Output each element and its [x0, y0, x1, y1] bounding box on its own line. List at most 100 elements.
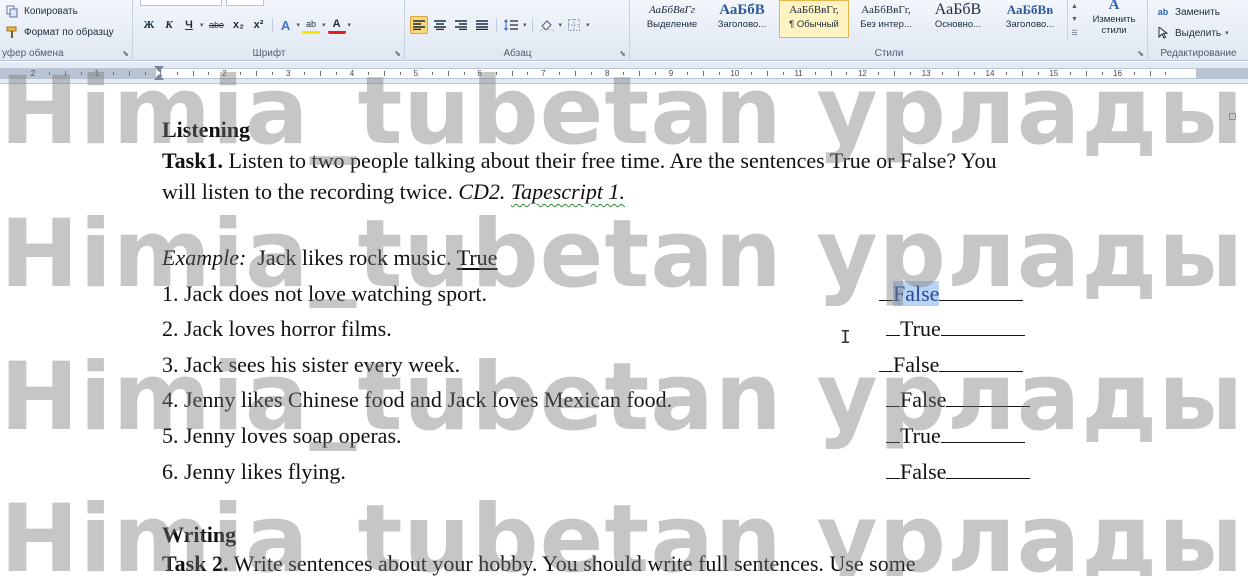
text-effects-dropdown-icon[interactable]: ▾ — [297, 21, 301, 29]
section-heading-listening: Listening — [162, 117, 251, 142]
ruler-tick — [256, 71, 258, 76]
ruler-tick — [655, 72, 657, 75]
ruler-tick — [447, 71, 449, 76]
replace-button[interactable]: ab Заменить — [1155, 4, 1220, 20]
styles-gallery-scroll[interactable]: ▲ ▼ ☰ — [1067, 0, 1081, 40]
font-color-button[interactable]: A — [327, 16, 346, 34]
answer-blank[interactable]: False — [886, 386, 1031, 414]
dialog-launcher-icon[interactable]: ⬊ — [122, 49, 129, 58]
ruler-number: 1 — [94, 69, 100, 78]
replace-icon: ab — [1157, 7, 1169, 17]
ruler-number: 7 — [541, 69, 546, 78]
answer-blank[interactable]: False — [879, 351, 1024, 379]
format-painter-button[interactable]: Формат по образцу — [4, 24, 114, 40]
align-center-button[interactable] — [431, 16, 449, 34]
font-color-dropdown-icon[interactable]: ▾ — [348, 21, 352, 29]
ruler-tick — [367, 72, 369, 75]
ruler-tick — [958, 71, 960, 76]
text-effects-button[interactable]: A — [277, 16, 295, 34]
ruler-tick — [511, 71, 513, 76]
task1-line2: will listen to the recording twice. CD2.… — [162, 178, 625, 206]
task2-line1: Task 2. Write sentences about your hobby… — [162, 550, 916, 576]
hanging-indent-marker[interactable] — [154, 74, 164, 80]
font-group: Ж К Ч ▾ abe x₂ x² A ▾ ab ▾ A ▾ Шрифт ⬊ — [134, 0, 405, 61]
change-styles-label: Изменить стили — [1092, 14, 1136, 36]
answer-blank[interactable]: False — [879, 280, 1024, 308]
paintbrush-icon — [4, 24, 20, 40]
horizontal-ruler[interactable]: 2 1 1 2 3 4 5 6 7 8 9 10 11 12 13 14 15 16 — [0, 62, 1248, 84]
text-cursor-icon: I — [840, 327, 851, 348]
style-normal-tile[interactable]: АаБбВвГг, ¶ Обычный — [779, 0, 849, 38]
borders-dropdown-icon[interactable]: ▾ — [586, 21, 590, 29]
underline-button[interactable]: Ч — [180, 16, 198, 34]
line-spacing-dropdown-icon[interactable]: ▾ — [523, 21, 527, 29]
align-right-button[interactable] — [452, 16, 470, 34]
style-body-tile[interactable]: АаБбВ Основно... — [923, 0, 993, 38]
selected-answer[interactable]: False — [893, 281, 940, 306]
task2-text: Write sentences about your hobby. You sh… — [228, 551, 916, 576]
scroll-down-icon[interactable]: ▼ — [1071, 16, 1078, 23]
highlight-dropdown-icon[interactable]: ▾ — [322, 21, 326, 29]
style-emphasis-tile[interactable]: АаБбВвГг Выделение — [637, 0, 707, 38]
ruler-number: 3 — [285, 69, 291, 78]
editing-group: ab Заменить Выделить ▾ Редактирование — [1149, 0, 1248, 61]
blank-underline — [886, 459, 900, 479]
ruler-tick — [974, 72, 976, 75]
separator — [271, 18, 273, 32]
style-sample: АаБбВвГг, — [861, 4, 911, 16]
task1-cd: CD2. — [458, 179, 506, 204]
highlight-color-button[interactable]: ab — [302, 16, 321, 34]
shading-icon[interactable] — [538, 16, 556, 34]
italic-button[interactable]: К — [160, 16, 178, 34]
task1-line2-text: will listen to the recording twice. — [162, 179, 459, 204]
ruler-tick — [144, 72, 146, 75]
style-sample: АаБбВ — [719, 2, 765, 18]
list-item: 2. Jack loves horror films. — [162, 316, 392, 341]
select-button[interactable]: Выделить ▾ — [1155, 25, 1229, 41]
style-no-spacing-tile[interactable]: АаБбВвГг, Без интер... — [851, 0, 921, 38]
style-heading2-tile[interactable]: АаБбВв Заголово... — [995, 0, 1065, 38]
blank-underline — [939, 352, 1024, 372]
ruler-number: 14 — [985, 69, 995, 78]
answer-blank[interactable]: True — [886, 422, 1025, 450]
style-name: Заголово... — [1005, 19, 1055, 30]
borders-icon[interactable] — [565, 16, 583, 34]
ruler-tick — [1005, 72, 1007, 75]
task1-line1: Task1. Listen to two people talking abou… — [162, 147, 996, 175]
shading-dropdown-icon[interactable]: ▾ — [559, 21, 563, 29]
scroll-up-icon[interactable]: ▲ — [1071, 3, 1078, 10]
justify-button[interactable] — [473, 16, 491, 34]
align-left-button[interactable] — [410, 16, 428, 34]
answer-blank[interactable]: False — [886, 458, 1031, 486]
replace-label: Заменить — [1175, 6, 1220, 18]
ruler-tick — [399, 72, 401, 75]
line-spacing-icon[interactable] — [502, 16, 520, 34]
underline-dropdown-icon[interactable]: ▾ — [200, 21, 204, 29]
select-dropdown-icon[interactable]: ▾ — [1225, 29, 1229, 37]
ruler-tick — [750, 72, 752, 75]
ruler-tick — [702, 71, 704, 76]
dialog-launcher-icon[interactable]: ⬊ — [619, 49, 626, 58]
ruler-tick — [48, 72, 50, 75]
bold-button[interactable]: Ж — [140, 16, 158, 34]
subscript-button[interactable]: x₂ — [230, 16, 248, 34]
change-styles-button[interactable]: A Изменить стили — [1083, 0, 1145, 44]
example-label: Example: — [162, 245, 247, 270]
dialog-launcher-icon[interactable]: ⬊ — [394, 49, 401, 58]
ruler-tick — [112, 72, 114, 75]
strikethrough-button[interactable]: abe — [206, 16, 228, 34]
answer-blank[interactable]: True — [886, 315, 1025, 343]
example-text: Jack likes rock music. — [246, 245, 457, 270]
list-item: 1. Jack does not love watching sport. — [162, 281, 488, 306]
ruler-tick — [1133, 72, 1135, 75]
list-item: 6. Jenny likes flying. — [162, 459, 346, 484]
first-line-indent-marker[interactable] — [154, 66, 164, 72]
dialog-launcher-icon[interactable]: ⬊ — [1137, 49, 1144, 58]
more-icon[interactable]: ☰ — [1071, 29, 1077, 37]
superscript-button[interactable]: x² — [250, 16, 268, 34]
ruler-tick — [208, 72, 210, 75]
ruler-left-margin — [0, 68, 156, 79]
copy-button[interactable]: Копировать — [4, 3, 78, 19]
style-heading1-tile[interactable]: АаБбВ Заголово... — [707, 0, 777, 38]
font-name-box[interactable] — [140, 0, 264, 6]
